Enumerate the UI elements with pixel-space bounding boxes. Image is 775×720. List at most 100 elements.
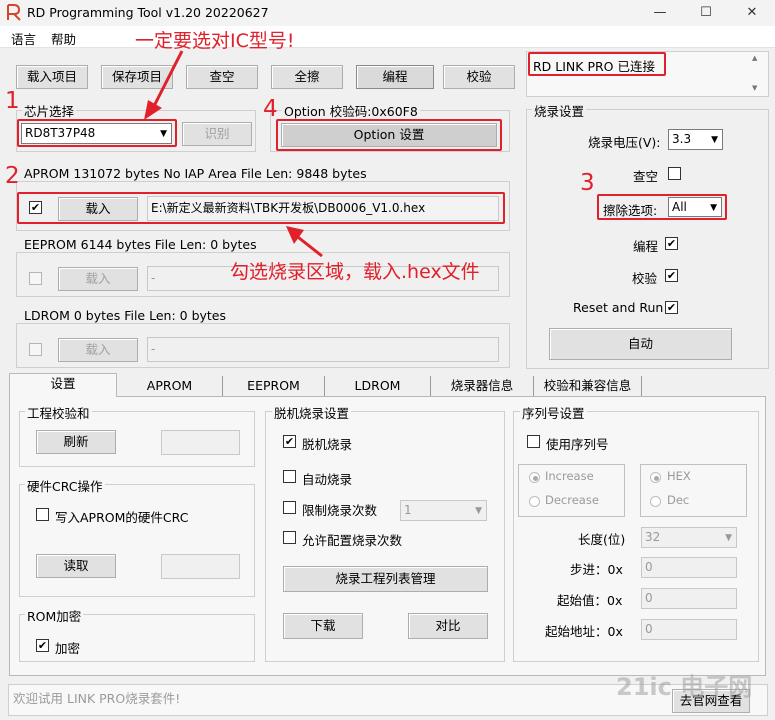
start-address-label: 起始地址：0x <box>545 624 623 639</box>
crc-label: 硬件CRC操作 <box>25 476 105 495</box>
limit-count-checkbox[interactable] <box>283 501 296 514</box>
hex-radio[interactable] <box>650 472 661 483</box>
verify-button[interactable]: 校验 <box>443 65 515 89</box>
log-text: 欢迎试用 LINK PRO烧录套件! <box>13 691 181 706</box>
use-serial-checkbox[interactable] <box>527 435 540 448</box>
tab-checksum-compat[interactable]: 校验和兼容信息 <box>534 376 642 396</box>
annotation-number-2: 2 <box>5 163 20 189</box>
aprom-checkbox[interactable]: ✔ <box>29 201 42 214</box>
limit-count-dropdown[interactable]: 1 ▼ <box>400 500 487 521</box>
increase-label: Increase <box>545 469 594 483</box>
write-crc-label: 写入APROM的硬件CRC <box>55 510 189 525</box>
check-blank-label: 查空 <box>633 169 659 184</box>
eeprom-label: EEPROM 6144 bytes File Len: 0 bytes <box>22 237 259 252</box>
ldrom-checkbox[interactable] <box>29 343 42 356</box>
option-settings-button[interactable]: Option 设置 <box>281 123 497 147</box>
scroll-down-icon[interactable]: ▼ <box>752 84 757 92</box>
maximize-button[interactable]: ☐ <box>683 0 729 26</box>
auto-burn-checkbox[interactable] <box>283 470 296 483</box>
encrypt-label: 加密 <box>55 641 81 656</box>
erase-option-dropdown[interactable]: All ▼ <box>668 197 722 217</box>
serial-label: 序列号设置 <box>520 403 587 422</box>
reset-run-checkbox[interactable]: ✔ <box>665 301 678 314</box>
checksum-value <box>161 430 240 455</box>
minimize-button[interactable]: — <box>637 0 683 26</box>
step-label: 步进：0x <box>570 562 623 577</box>
chevron-down-icon: ▼ <box>160 129 167 139</box>
chevron-down-icon: ▼ <box>725 533 732 543</box>
tab-aprom[interactable]: APROM <box>117 376 223 396</box>
increase-radio[interactable] <box>529 472 540 483</box>
option-checksum-label: Option 校验码:0x60F8 <box>282 101 420 120</box>
program-button[interactable]: 编程 <box>356 65 434 89</box>
chevron-down-icon: ▼ <box>711 135 718 145</box>
encrypt-checkbox[interactable]: ✔ <box>36 639 49 652</box>
burn-settings-label: 烧录设置 <box>532 101 587 120</box>
limit-count-label: 限制烧录次数 <box>302 503 378 518</box>
download-button[interactable]: 下载 <box>283 613 363 639</box>
aprom-load-button[interactable]: 载入 <box>58 197 138 221</box>
aprom-file-path: E:\新定义最新资料\TBK开发板\DB0006_V1.0.hex <box>147 196 499 221</box>
voltage-value: 3.3 <box>672 132 692 146</box>
chip-select-value: RD8T37P48 <box>25 126 96 140</box>
ldrom-file-path: - <box>147 337 499 362</box>
arrow-annotation-icon <box>286 226 323 258</box>
length-label: 长度(位) <box>578 532 626 547</box>
crc-group <box>19 484 255 597</box>
offline-burn-checkbox[interactable]: ✔ <box>283 435 296 448</box>
window-title: RD Programming Tool v1.20 20220627 <box>27 5 269 20</box>
erase-all-button[interactable]: 全擦 <box>271 65 343 89</box>
identify-button[interactable]: 识别 <box>182 122 252 146</box>
eeprom-checkbox[interactable] <box>29 272 42 285</box>
eeprom-load-button[interactable]: 载入 <box>58 267 138 291</box>
write-crc-checkbox[interactable] <box>36 508 49 521</box>
start-value-input[interactable]: 0 <box>641 588 737 609</box>
tab-programmer-info[interactable]: 烧录器信息 <box>431 376 534 396</box>
rom-encrypt-label: ROM加密 <box>25 606 84 625</box>
refresh-button[interactable]: 刷新 <box>36 430 116 454</box>
start-value-label: 起始值：0x <box>557 593 623 608</box>
scroll-up-icon[interactable]: ▲ <box>752 54 757 62</box>
chip-select-label: 芯片选择 <box>22 101 77 120</box>
compare-button[interactable]: 对比 <box>408 613 488 639</box>
annotation-number-4: 4 <box>263 96 278 122</box>
crc-value <box>161 554 240 579</box>
read-crc-button[interactable]: 读取 <box>36 554 116 578</box>
allow-config-label: 允许配置烧录次数 <box>302 533 403 548</box>
load-project-button[interactable]: 载入项目 <box>16 65 88 89</box>
use-serial-label: 使用序列号 <box>546 437 609 452</box>
offline-label: 脱机烧录设置 <box>272 403 352 422</box>
menu-help[interactable]: 帮助 <box>51 29 76 48</box>
limit-count-value: 1 <box>404 503 412 517</box>
verify-option-checkbox[interactable]: ✔ <box>665 269 678 282</box>
tab-ldrom[interactable]: LDROM <box>325 376 431 396</box>
check-blank-checkbox[interactable] <box>668 167 681 180</box>
start-address-input[interactable]: 0 <box>641 619 737 640</box>
program-option-checkbox[interactable]: ✔ <box>665 237 678 250</box>
check-blank-button[interactable]: 查空 <box>186 65 258 89</box>
arrow-annotation-icon <box>144 50 184 120</box>
annotation-number-3: 3 <box>580 170 595 196</box>
dec-radio[interactable] <box>650 496 661 507</box>
decrease-radio[interactable] <box>529 496 540 507</box>
length-dropdown[interactable]: 32 ▼ <box>641 527 737 548</box>
menu-language[interactable]: 语言 <box>11 29 36 48</box>
chip-select-dropdown[interactable]: RD8T37P48 ▼ <box>21 123 172 144</box>
voltage-label: 烧录电压(V): <box>588 135 661 150</box>
allow-config-checkbox[interactable] <box>283 531 296 544</box>
checksum-label: 工程校验和 <box>25 403 92 422</box>
erase-option-value: All <box>672 200 687 214</box>
menu-bar <box>0 26 775 48</box>
hex-label: HEX <box>667 469 691 483</box>
tab-settings[interactable]: 设置 <box>20 374 106 394</box>
voltage-dropdown[interactable]: 3.3 ▼ <box>668 129 723 150</box>
auto-button[interactable]: 自动 <box>549 328 732 360</box>
tab-eeprom[interactable]: EEPROM <box>223 376 325 396</box>
step-input[interactable]: 0 <box>641 557 737 578</box>
verify-option-label: 校验 <box>632 271 658 286</box>
project-list-button[interactable]: 烧录工程列表管理 <box>283 566 488 592</box>
close-button[interactable]: ✕ <box>729 0 775 26</box>
aprom-label: APROM 131072 bytes No IAP Area File Len:… <box>22 166 369 181</box>
ldrom-load-button[interactable]: 载入 <box>58 338 138 362</box>
auto-burn-label: 自动烧录 <box>302 472 353 487</box>
